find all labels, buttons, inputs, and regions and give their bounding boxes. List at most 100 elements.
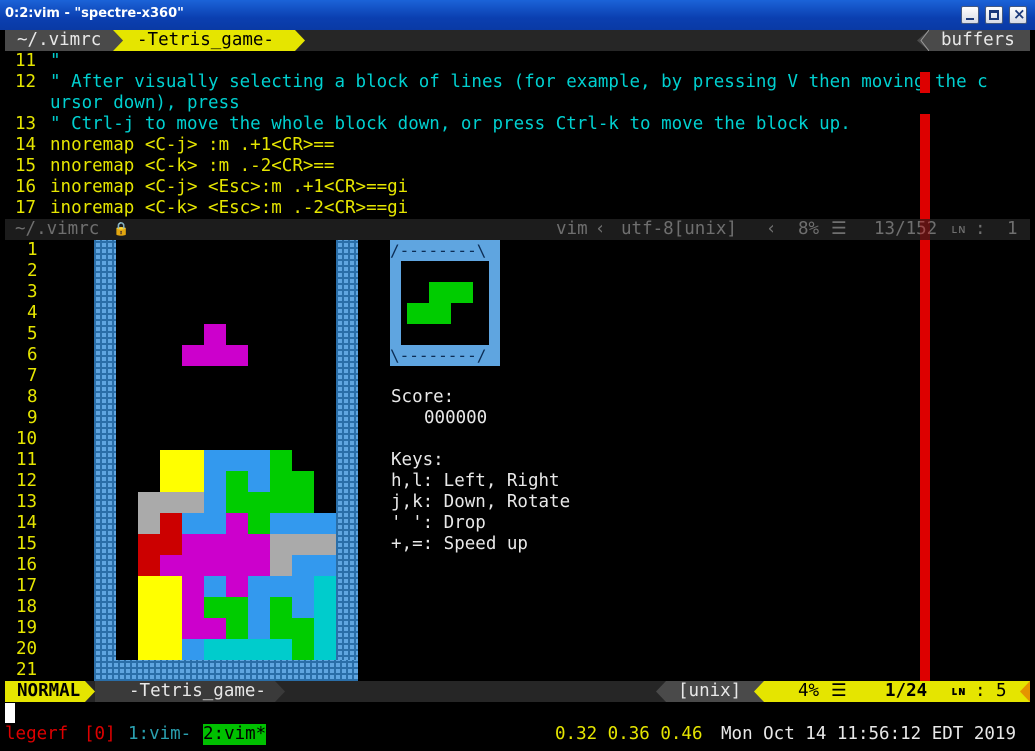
board-cell xyxy=(248,471,270,492)
tab-tetris-game[interactable]: -Tetris_game- xyxy=(123,30,295,51)
line-number-icon: ʟɴ xyxy=(951,684,966,698)
title-bar[interactable]: 0:2:vim - "spectre-x360" × xyxy=(0,0,1035,30)
line-number: 15 xyxy=(16,534,38,554)
close-button[interactable]: × xyxy=(1009,5,1027,24)
code-line: ursor down), press xyxy=(50,93,240,113)
board-cell xyxy=(248,534,270,555)
key-hint: ' ': Drop xyxy=(391,513,486,533)
tmux-datetime: Mon Oct 14 11:56:12 EDT 2019 xyxy=(721,724,1017,744)
score-label: Score: xyxy=(391,387,455,407)
board-cell xyxy=(314,639,336,660)
keys-title: Keys: xyxy=(391,450,444,470)
buffers-arrow-icon xyxy=(917,30,929,51)
key-hint: h,l: Left, Right xyxy=(391,471,560,491)
board-cell xyxy=(182,492,204,513)
maximize-button[interactable] xyxy=(985,6,1003,24)
board-cell xyxy=(226,618,248,639)
filename-arrow-icon xyxy=(275,681,285,702)
line-number: 10 xyxy=(16,429,38,449)
line-number: 4 xyxy=(27,303,38,323)
line-number: 9 xyxy=(27,408,38,428)
line-number: 20 xyxy=(16,639,38,659)
board-cell xyxy=(292,513,314,534)
board-cell xyxy=(292,639,314,660)
next-piece-cell xyxy=(429,303,451,324)
board-cell xyxy=(292,576,314,597)
tmux-load-average: 0.32 0.36 0.46 xyxy=(555,724,703,744)
next-piece-cell xyxy=(429,282,451,303)
line-number: 11 xyxy=(16,450,38,470)
status-colon: : xyxy=(975,681,986,701)
board-cell xyxy=(248,450,270,471)
line-number: 18 xyxy=(16,597,38,617)
board-cell xyxy=(138,534,160,555)
line-number: 3 xyxy=(27,282,38,302)
minimize-button[interactable] xyxy=(961,6,979,24)
board-cell xyxy=(138,492,160,513)
status-filename: -Tetris_game- xyxy=(95,681,275,702)
board-cell xyxy=(160,597,182,618)
close-icon: × xyxy=(1013,5,1026,23)
line-number: 5 xyxy=(27,324,38,344)
board-cell xyxy=(314,513,336,534)
vimrc-pane[interactable]: 11 " 12 " After visually selecting a block … xyxy=(5,51,1030,219)
board-cell xyxy=(182,471,204,492)
line-number: 2 xyxy=(27,261,38,281)
cursor xyxy=(5,703,15,723)
board-cell xyxy=(204,471,226,492)
board-cell xyxy=(138,513,160,534)
next-frame-top: /--------\ xyxy=(390,241,487,260)
board-cell xyxy=(248,618,270,639)
key-hint: j,k: Down, Rotate xyxy=(391,492,571,512)
tab-vimrc[interactable]: ~/.vimrc xyxy=(5,30,113,51)
window-title: 0:2:vim - "spectre-x360" xyxy=(5,6,184,21)
board-cell xyxy=(226,471,248,492)
status-position: 1/24 xyxy=(885,681,928,701)
tetris-board xyxy=(116,240,336,681)
board-cell xyxy=(204,492,226,513)
colorcolumn-marker xyxy=(920,240,930,681)
board-cell xyxy=(226,492,248,513)
board-cell xyxy=(204,555,226,576)
status-fileformat: [unix] xyxy=(666,681,754,702)
board-cell xyxy=(270,618,292,639)
tmux-window-2[interactable]: 2:vim* xyxy=(203,724,267,745)
menu-lines-icon: ☰ xyxy=(831,219,847,239)
line-number: 17 xyxy=(16,576,38,596)
tab-separator-icon xyxy=(113,30,123,51)
colorcolumn-marker xyxy=(920,114,930,219)
status-colon: : xyxy=(975,219,986,239)
terminal-window: 0:2:vim - "spectre-x360" × ~/.vimrc -Tet… xyxy=(0,0,1035,751)
board-cell xyxy=(314,597,336,618)
mode-indicator: NORMAL xyxy=(5,681,85,702)
buffers-label[interactable]: buffers xyxy=(929,30,1030,51)
status-separator-icon: ‹ xyxy=(766,219,777,239)
board-cell xyxy=(292,597,314,618)
code-line: " After visually selecting a block of li… xyxy=(50,72,988,92)
board-cell xyxy=(270,639,292,660)
line-number: 14 xyxy=(15,135,37,155)
board-cell xyxy=(226,597,248,618)
terminal-area[interactable]: ~/.vimrc -Tetris_game- buffers 11 " 12 " Af… xyxy=(5,30,1030,751)
board-cell xyxy=(182,555,204,576)
board-cell xyxy=(248,513,270,534)
board-right-wall xyxy=(336,240,358,681)
board-cell xyxy=(138,576,160,597)
board-cell xyxy=(138,639,160,660)
board-cell xyxy=(182,597,204,618)
code-line: " Ctrl-j to move the whole block down, o… xyxy=(50,114,851,134)
board-cell xyxy=(270,450,292,471)
board-cell xyxy=(248,492,270,513)
board-cell xyxy=(204,324,226,345)
lock-icon: 🔒 xyxy=(113,222,130,237)
code-line: inoremap <C-j> <Esc>:m .+1<CR>==gi xyxy=(50,177,409,197)
tmux-window-1[interactable]: 1:vim- xyxy=(128,724,191,745)
status-separator-icon: ‹ xyxy=(595,219,606,239)
board-cell xyxy=(160,450,182,471)
board-cell xyxy=(204,639,226,660)
board-cell xyxy=(204,513,226,534)
trailing-arrow-icon xyxy=(1020,681,1030,702)
line-number: 15 xyxy=(15,156,37,176)
board-cell xyxy=(248,576,270,597)
board-cell xyxy=(160,618,182,639)
